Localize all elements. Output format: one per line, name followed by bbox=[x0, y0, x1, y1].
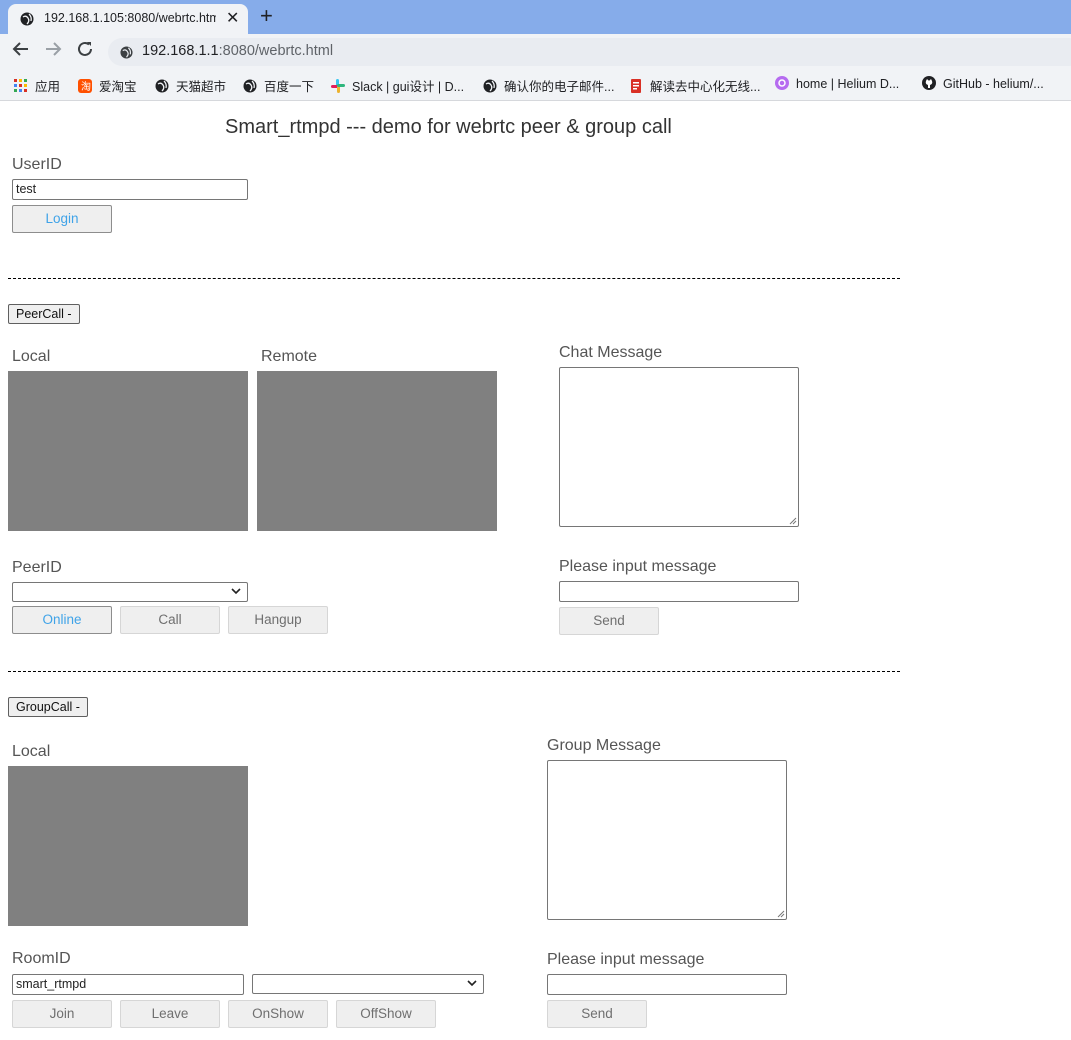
leave-button[interactable]: Leave bbox=[120, 1000, 220, 1028]
bookmark-tmall[interactable]: 天猫超市 bbox=[155, 76, 226, 94]
onshow-button[interactable]: OnShow bbox=[228, 1000, 328, 1028]
group-message-textarea[interactable] bbox=[547, 760, 787, 920]
bookmark-helium[interactable]: home | Helium D... bbox=[775, 76, 899, 94]
peercall-toggle-button[interactable]: PeerCall - bbox=[8, 304, 80, 324]
close-tab-icon[interactable]: ✕ bbox=[226, 8, 239, 28]
bookmark-decentralized[interactable]: 解读去中心化无线... bbox=[629, 76, 760, 94]
groupcall-toggle-button[interactable]: GroupCall - bbox=[8, 697, 88, 717]
url-path: :8080/webrtc.html bbox=[218, 43, 334, 59]
chat-message-textarea[interactable] bbox=[559, 367, 799, 527]
tab-title: 192.168.1.105:8080/webrtc.html bbox=[44, 11, 216, 25]
roomid-input[interactable]: smart_rtmpd bbox=[12, 974, 244, 995]
new-tab-button[interactable]: + bbox=[260, 3, 273, 29]
group-send-button[interactable]: Send bbox=[547, 1000, 647, 1028]
section-divider bbox=[8, 671, 900, 672]
bookmark-label: 确认你的电子邮件... bbox=[504, 80, 615, 94]
bookmark-slack[interactable]: Slack | gui设计 | D... bbox=[331, 76, 464, 94]
section-divider bbox=[8, 278, 900, 279]
online-button[interactable]: Online bbox=[12, 606, 112, 634]
login-button[interactable]: Login bbox=[12, 205, 112, 233]
browser-toolbar: 192.168.1.1:8080/webrtc.html bbox=[0, 34, 1071, 70]
peer-send-button[interactable]: Send bbox=[559, 607, 659, 635]
browser-tab-active[interactable]: 192.168.1.105:8080/webrtc.html ✕ bbox=[8, 4, 248, 34]
svg-text:淘: 淘 bbox=[81, 80, 91, 93]
browser-tabstrip: 192.168.1.105:8080/webrtc.html ✕ + bbox=[0, 0, 1071, 34]
globe-icon bbox=[155, 79, 169, 93]
group-member-select[interactable] bbox=[252, 974, 484, 994]
group-local-label: Local bbox=[12, 743, 51, 760]
userid-label: UserID bbox=[12, 156, 62, 173]
chevron-down-icon bbox=[231, 588, 241, 595]
bookmarks-bar: 应用 淘爱淘宝 天猫超市 百度一下 Slack | gui设计 | D... 确… bbox=[0, 70, 1071, 101]
back-arrow-icon[interactable] bbox=[12, 40, 30, 64]
url-text: 192.168.1.1:8080/webrtc.html bbox=[142, 43, 333, 59]
document-icon bbox=[631, 79, 641, 93]
group-message-label: Group Message bbox=[547, 737, 661, 754]
globe-icon bbox=[243, 79, 257, 93]
bookmark-label: Slack | gui设计 | D... bbox=[352, 80, 465, 94]
globe-icon bbox=[20, 12, 34, 26]
site-info-icon[interactable] bbox=[120, 46, 133, 59]
bookmark-taobao[interactable]: 淘爱淘宝 bbox=[78, 76, 137, 94]
slack-icon bbox=[331, 79, 345, 93]
group-local-video bbox=[8, 766, 248, 926]
bookmark-label: GitHub - helium/... bbox=[943, 77, 1044, 91]
peer-local-video bbox=[8, 371, 248, 531]
resize-grip-icon[interactable] bbox=[789, 517, 797, 525]
peerid-select[interactable] bbox=[12, 582, 248, 602]
peer-message-input[interactable] bbox=[559, 581, 799, 602]
bookmark-label: 爱淘宝 bbox=[99, 80, 137, 94]
peer-local-label: Local bbox=[12, 348, 51, 365]
bookmark-label: 百度一下 bbox=[264, 80, 315, 94]
bookmark-label: home | Helium D... bbox=[796, 77, 900, 91]
bookmark-confirm-email[interactable]: 确认你的电子邮件... bbox=[483, 76, 614, 94]
bookmark-label: 应用 bbox=[35, 80, 61, 94]
group-message-input[interactable] bbox=[547, 974, 787, 995]
call-button[interactable]: Call bbox=[120, 606, 220, 634]
globe-icon bbox=[483, 79, 497, 93]
bookmark-label: 解读去中心化无线... bbox=[650, 80, 761, 94]
url-host: 192.168.1.1 bbox=[142, 43, 219, 59]
helium-icon bbox=[775, 76, 789, 90]
peer-input-message-label: Please input message bbox=[559, 558, 717, 575]
apps-grid-icon bbox=[14, 79, 27, 92]
reload-icon[interactable] bbox=[76, 40, 94, 64]
resize-grip-icon[interactable] bbox=[777, 910, 785, 918]
peerid-label: PeerID bbox=[12, 559, 62, 576]
hangup-button[interactable]: Hangup bbox=[228, 606, 328, 634]
bookmark-label: 天猫超市 bbox=[176, 80, 227, 94]
userid-input[interactable]: test bbox=[12, 179, 248, 200]
roomid-label: RoomID bbox=[12, 950, 71, 967]
peer-remote-video bbox=[257, 371, 497, 531]
taobao-icon: 淘 bbox=[78, 79, 92, 93]
bookmark-github[interactable]: GitHub - helium/... bbox=[922, 76, 1044, 94]
bookmark-baidu[interactable]: 百度一下 bbox=[243, 76, 314, 94]
page-title: Smart_rtmpd --- demo for webrtc peer & g… bbox=[225, 116, 672, 138]
forward-arrow-icon[interactable] bbox=[44, 40, 62, 64]
group-input-message-label: Please input message bbox=[547, 951, 705, 968]
chevron-down-icon bbox=[467, 980, 477, 987]
bookmark-apps[interactable]: 应用 bbox=[14, 76, 60, 94]
address-bar[interactable]: 192.168.1.1:8080/webrtc.html bbox=[108, 38, 1071, 66]
peer-remote-label: Remote bbox=[261, 348, 318, 365]
offshow-button[interactable]: OffShow bbox=[336, 1000, 436, 1028]
github-icon bbox=[922, 76, 936, 90]
chat-message-label: Chat Message bbox=[559, 344, 663, 361]
join-button[interactable]: Join bbox=[12, 1000, 112, 1028]
